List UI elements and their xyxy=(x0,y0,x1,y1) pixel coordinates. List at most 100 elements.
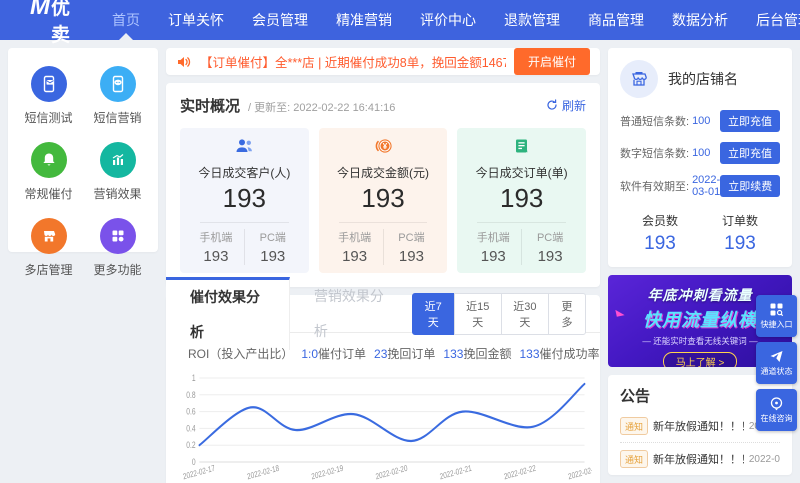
updated-at: / 更新至: 2022-02-22 16:41:16 xyxy=(248,102,396,114)
online-service-button[interactable]: 在线咨询 xyxy=(756,389,797,431)
metric-roi: ROI（投入产出比） 1:0 xyxy=(188,347,319,361)
recharge-button[interactable]: 立即充值 xyxy=(720,110,780,132)
chart-icon xyxy=(99,142,136,178)
stat-card-customers: 今日成交客户(人) 193 手机端 193 PC端 193 xyxy=(180,128,309,273)
sidebar-item-more[interactable]: 更多功能 xyxy=(83,218,152,278)
svg-text:2022-02-19: 2022-02-19 xyxy=(311,463,344,482)
pc-label: PC端 xyxy=(259,232,286,244)
shortcut-sidebar: 短信测试 短信营销 常规催付 营销效果 多店管理 更多功能 xyxy=(8,48,158,277)
range-30d-button[interactable]: 近30天 xyxy=(500,292,549,335)
range-15d-button[interactable]: 近15天 xyxy=(453,292,502,335)
date-range-group: 近7天 近15天 近30天 更多 xyxy=(411,292,587,335)
pc-label: PC端 xyxy=(536,232,564,244)
channel-status-icon xyxy=(770,351,783,362)
sidebar-item-label: 营销效果 xyxy=(93,187,142,201)
svg-text:2022-02-17: 2022-02-17 xyxy=(182,463,215,482)
svg-text:2022-02-20: 2022-02-20 xyxy=(375,463,408,482)
sms-marketing-icon xyxy=(99,66,136,102)
stat-card-amount: ¥ 今日成交金额(元) 193 手机端 193 PC端 193 xyxy=(318,128,448,273)
line-chart-svg: 0 0.2 0.4 0.6 0.8 1 2022-02-17 2022-02-18 2022-0… xyxy=(182,373,600,482)
pc-value: 193 xyxy=(398,248,424,265)
nav-item-home[interactable]: 首页 xyxy=(112,0,140,40)
svg-text:0.4: 0.4 xyxy=(186,423,196,433)
mobile-value: 193 xyxy=(480,248,506,265)
sms-balance-row: 普通短信条数: 100 立即充值 xyxy=(620,110,780,132)
realtime-overview: 实时概况 / 更新至: 2022-02-22 16:41:16 刷新 今日成交客… xyxy=(166,83,600,287)
stat-label: 今日成交金额(元) xyxy=(337,166,429,180)
nav-item-members[interactable]: 会员管理 xyxy=(252,0,308,40)
metrics-row: ROI（投入产出比） 1:0 催付订单 23 挽回订单 133 挽回金额 133 催付成… xyxy=(166,333,632,366)
nav-item-analytics[interactable]: 数据分析 xyxy=(672,0,728,40)
mobile-value: 193 xyxy=(342,248,368,265)
renew-button[interactable]: 立即续费 xyxy=(720,175,781,197)
sidebar-item-label: 常规催付 xyxy=(24,187,73,201)
metric-recovered-orders: 挽回订单 133 xyxy=(387,347,464,361)
customers-icon xyxy=(233,138,255,154)
sidebar-item-label: 短信营销 xyxy=(93,111,142,125)
mobile-label: 手机端 xyxy=(338,232,372,244)
nav-item-admin[interactable]: 后台管理 xyxy=(756,0,800,40)
nav-item-order-care[interactable]: 订单关怀 xyxy=(168,0,224,40)
shop-info-card: 我的店铺名 普通短信条数: 100 立即充值 数字短信条数: 100 立即充值 … xyxy=(608,48,792,267)
metric-recovered-amount: 挽回金额 133 xyxy=(463,347,540,361)
trend-chart: 0 0.2 0.4 0.6 0.8 1 2022-02-17 2022-02-18 2022-0… xyxy=(166,366,600,483)
shop-avatar xyxy=(620,60,658,98)
money-icon: ¥ xyxy=(373,138,393,154)
sms-test-icon xyxy=(30,66,67,102)
page-body: 短信测试 短信营销 常规催付 营销效果 多店管理 更多功能 【订单催付】全***… xyxy=(0,40,800,483)
order-icon xyxy=(513,138,530,154)
recharge-button[interactable]: 立即充值 xyxy=(720,142,780,164)
mobile-label: 手机端 xyxy=(199,232,233,244)
channel-status-button[interactable]: 通道状态 xyxy=(756,342,797,384)
svg-text:0.6: 0.6 xyxy=(186,407,196,417)
pc-label: PC端 xyxy=(398,232,425,244)
storefront-icon xyxy=(632,72,647,86)
nav-item-reviews[interactable]: 评价中心 xyxy=(420,0,476,40)
svg-text:2022-02-22: 2022-02-22 xyxy=(503,463,536,482)
refresh-icon xyxy=(547,99,557,110)
range-more-button[interactable]: 更多 xyxy=(547,292,587,335)
sidebar-item-sms-test[interactable]: 短信测试 xyxy=(14,66,83,126)
quick-entry-button[interactable]: 快捷入口 xyxy=(756,295,797,337)
bell-icon xyxy=(30,142,67,178)
refresh-button[interactable]: 刷新 xyxy=(546,97,586,114)
svg-text:0: 0 xyxy=(192,457,196,467)
sidebar-item-sms-marketing[interactable]: 短信营销 xyxy=(83,66,152,126)
realtime-title: 实时概况 xyxy=(180,98,241,115)
range-7d-button[interactable]: 近7天 xyxy=(411,292,455,335)
top-navbar: M 优卖 首页 订单关怀 会员管理 精准营销 评价中心 退款管理 商品管理 数据… xyxy=(0,0,800,46)
nav-item-marketing[interactable]: 精准营销 xyxy=(336,0,392,40)
stat-value: 193 xyxy=(499,183,544,213)
start-reminder-button[interactable]: 开启催付 xyxy=(513,48,590,75)
nav-item-products[interactable]: 商品管理 xyxy=(588,0,644,40)
stat-value: 193 xyxy=(361,183,405,213)
nav-menu: 首页 订单关怀 会员管理 精准营销 评价中心 退款管理 商品管理 数据分析 后台… xyxy=(112,0,800,40)
floating-toolbar: 快捷入口 通道状态 在线咨询 xyxy=(756,295,797,431)
mobile-label: 手机端 xyxy=(476,232,510,244)
notice-badge: 通知 xyxy=(620,450,649,468)
quick-entry-icon xyxy=(770,303,784,317)
main-column: 【订单催付】全***店 | 近期催付成功8单，挽回金额14678.94元，催付成… xyxy=(166,48,632,483)
shop-name: 我的店铺名 xyxy=(668,71,738,87)
sidebar-item-multi-store[interactable]: 多店管理 xyxy=(14,218,83,278)
svg-text:1: 1 xyxy=(192,373,196,383)
online-service-icon xyxy=(770,397,783,411)
announcement-text: 【订单催付】全***店 | 近期催付成功8单，挽回金额14678.94元，催付成… xyxy=(200,56,506,70)
pc-value: 193 xyxy=(537,248,563,265)
analysis-panel: 催付效果分析 营销效果分析 近7天 近15天 近30天 更多 ROI（投入产出比… xyxy=(166,277,632,483)
notice-item[interactable]: 通知 新年放假通知！！！ 2022-0 xyxy=(620,443,780,475)
svg-text:0.2: 0.2 xyxy=(186,440,196,450)
banner-cta-button[interactable]: 马上了解 > xyxy=(662,352,738,367)
stat-label: 今日成交客户(人) xyxy=(198,166,291,180)
logo-m-icon: M xyxy=(30,0,50,20)
speaker-icon xyxy=(176,54,192,70)
svg-text:2022-02-18: 2022-02-18 xyxy=(246,463,279,482)
sidebar-item-marketing-effect[interactable]: 营销效果 xyxy=(83,142,152,202)
svg-text:¥: ¥ xyxy=(383,142,388,151)
sidebar-item-payment-reminder[interactable]: 常规催付 xyxy=(14,142,83,202)
software-expiry-row: 软件有效期至: 2022-03-01 立即续费 xyxy=(620,174,781,198)
svg-text:2022-02-21: 2022-02-21 xyxy=(439,463,472,482)
metric-reminder-orders: 催付订单 23 xyxy=(318,347,388,361)
nav-item-refunds[interactable]: 退款管理 xyxy=(504,0,560,40)
stat-card-orders: 今日成交订单(单) 193 手机端 193 PC端 193 xyxy=(457,128,587,273)
